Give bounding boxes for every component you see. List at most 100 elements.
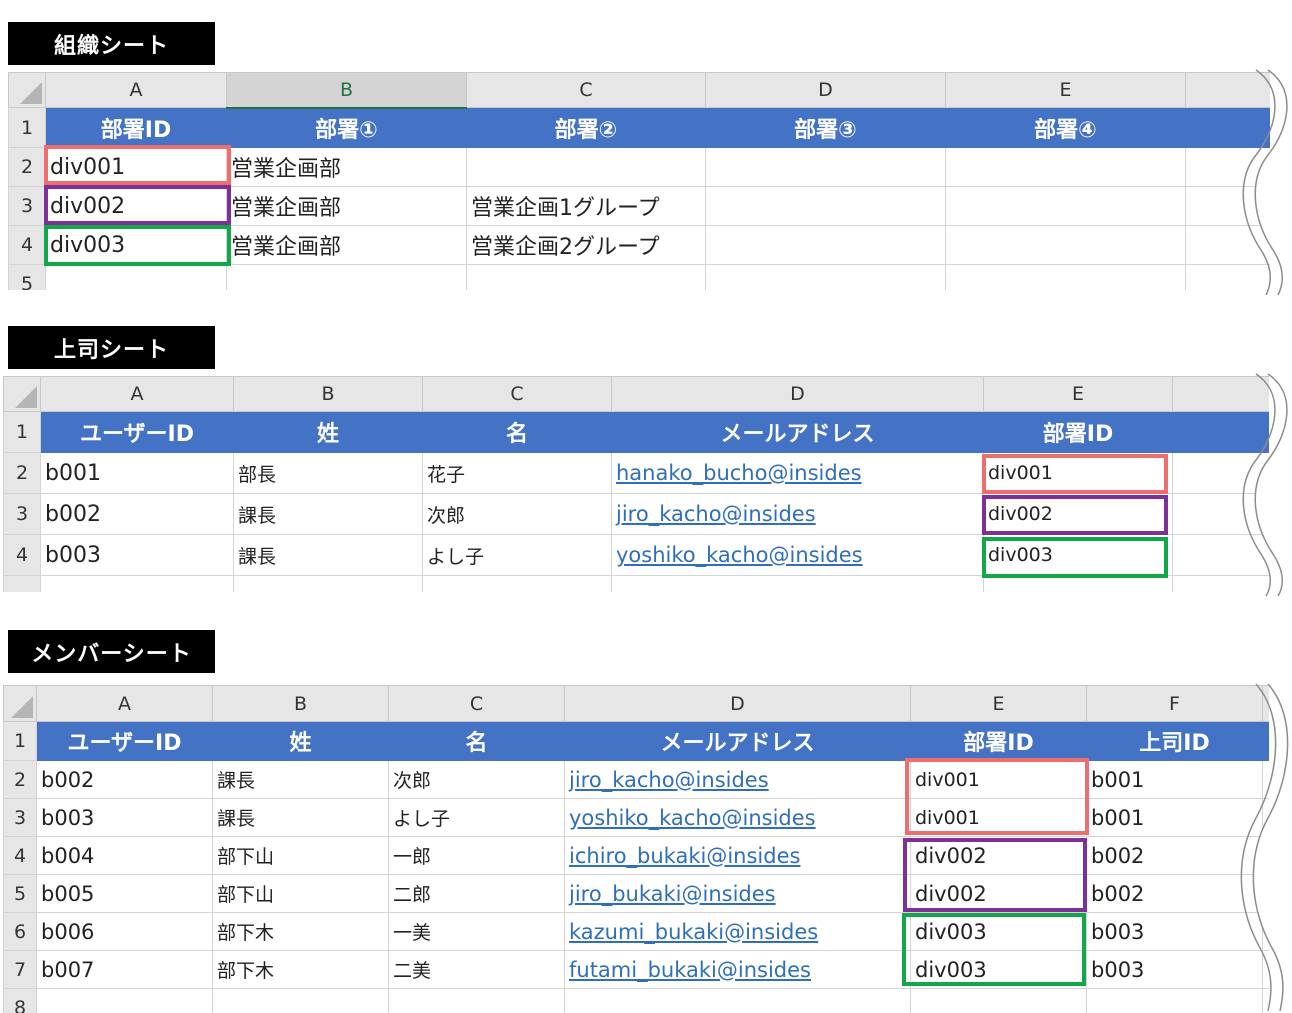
cell[interactable]: よし子 [388, 798, 565, 837]
cell[interactable]: div001 [910, 798, 1087, 837]
cell[interactable]: よし子 [422, 534, 612, 576]
header-cell-email[interactable]: メールアドレス [611, 411, 984, 453]
cell[interactable]: 営業企画部 [226, 225, 467, 265]
cell[interactable]: b002 [40, 493, 234, 535]
cell[interactable]: 二郎 [388, 874, 565, 913]
select-all-corner[interactable] [8, 72, 46, 108]
header-cell-dept-id[interactable]: 部署ID [910, 721, 1087, 761]
cell[interactable]: 課長 [212, 798, 389, 837]
row-header-1[interactable]: 1 [3, 721, 37, 761]
cell[interactable]: div001 [45, 147, 227, 187]
cell[interactable] [40, 575, 234, 592]
cell[interactable]: 部下木 [212, 912, 389, 951]
cell[interactable]: b003 [1086, 912, 1263, 951]
row-header-5[interactable]: 5 [3, 874, 37, 913]
row-header-3[interactable]: 3 [3, 493, 41, 535]
column-header-e[interactable]: E [945, 72, 1186, 108]
cell[interactable]: b001 [1086, 760, 1263, 799]
cell[interactable]: 一美 [388, 912, 565, 951]
cell[interactable]: div003 [983, 534, 1173, 576]
row-header-2[interactable]: 2 [3, 452, 41, 494]
column-header-d[interactable]: D [705, 72, 946, 108]
cell[interactable]: 部長 [233, 452, 423, 494]
row-header-4[interactable]: 4 [3, 836, 37, 875]
select-all-corner[interactable] [3, 685, 37, 722]
email-link[interactable]: kazumi_bukaki@insides [564, 912, 911, 951]
cell[interactable]: div001 [983, 452, 1173, 494]
header-cell-email[interactable]: メールアドレス [564, 721, 911, 761]
email-link[interactable]: jiro_kacho@insides [611, 493, 984, 535]
cell[interactable]: div002 [45, 186, 227, 226]
cell[interactable]: 次郎 [422, 493, 612, 535]
cell[interactable] [422, 575, 612, 592]
row-header-2[interactable]: 2 [8, 147, 46, 187]
cell[interactable]: div002 [983, 493, 1173, 535]
cell[interactable]: 次郎 [388, 760, 565, 799]
cell[interactable]: div003 [910, 912, 1087, 951]
row-header-8[interactable]: 8 [3, 988, 37, 1013]
column-header-c[interactable]: C [388, 685, 565, 722]
row-header-2[interactable]: 2 [3, 760, 37, 799]
row-header-4[interactable]: 4 [8, 225, 46, 265]
email-link[interactable]: jiro_bukaki@insides [564, 874, 911, 913]
email-link[interactable]: futami_bukaki@insides [564, 950, 911, 989]
cell[interactable]: 営業企画部 [226, 186, 467, 226]
cell[interactable] [945, 264, 1186, 290]
header-cell-user-id[interactable]: ユーザーID [40, 411, 234, 453]
cell[interactable] [466, 147, 706, 187]
cell[interactable] [36, 988, 213, 1013]
cell[interactable]: 課長 [212, 760, 389, 799]
row-header-4[interactable]: 4 [3, 534, 41, 576]
column-header-e[interactable]: E [910, 685, 1087, 722]
cell[interactable]: 二美 [388, 950, 565, 989]
cell[interactable] [45, 264, 227, 290]
row-header-6[interactable]: 6 [3, 912, 37, 951]
row-header-3[interactable]: 3 [3, 798, 37, 837]
column-header-c[interactable]: C [466, 72, 706, 108]
row-header-7[interactable]: 7 [3, 950, 37, 989]
cell[interactable] [226, 264, 467, 290]
cell[interactable] [705, 264, 946, 290]
cell[interactable]: div002 [910, 836, 1087, 875]
cell[interactable]: 部下山 [212, 874, 389, 913]
row-header-1[interactable]: 1 [8, 107, 46, 148]
row-header-1[interactable]: 1 [3, 411, 41, 453]
header-cell-dept-id[interactable]: 部署ID [45, 107, 227, 148]
cell[interactable]: 一郎 [388, 836, 565, 875]
cell[interactable]: b002 [1086, 874, 1263, 913]
column-header-c[interactable]: C [422, 376, 612, 412]
header-cell-first-name[interactable]: 名 [388, 721, 565, 761]
cell[interactable]: div002 [910, 874, 1087, 913]
cell[interactable] [564, 988, 911, 1013]
cell[interactable] [1086, 988, 1263, 1013]
cell[interactable] [233, 575, 423, 592]
column-header-e[interactable]: E [983, 376, 1173, 412]
cell[interactable] [945, 225, 1186, 265]
email-link[interactable]: jiro_kacho@insides [564, 760, 911, 799]
row-header-5[interactable] [3, 575, 41, 592]
cell[interactable]: div003 [910, 950, 1087, 989]
cell[interactable]: b001 [1086, 798, 1263, 837]
header-cell-last-name[interactable]: 姓 [212, 721, 389, 761]
cell[interactable]: 花子 [422, 452, 612, 494]
column-header-f[interactable]: F [1086, 685, 1263, 722]
header-cell-first-name[interactable]: 名 [422, 411, 612, 453]
cell[interactable] [945, 147, 1186, 187]
cell[interactable] [705, 225, 946, 265]
header-cell-dept4[interactable]: 部署④ [945, 107, 1186, 148]
cell[interactable] [466, 264, 706, 290]
column-header-a[interactable]: A [36, 685, 213, 722]
cell[interactable]: div001 [910, 760, 1087, 799]
header-cell-last-name[interactable]: 姓 [233, 411, 423, 453]
column-header-b[interactable]: B [212, 685, 389, 722]
cell[interactable]: b002 [1086, 836, 1263, 875]
header-cell-user-id[interactable]: ユーザーID [36, 721, 213, 761]
cell[interactable]: 部下木 [212, 950, 389, 989]
select-all-corner[interactable] [3, 376, 41, 412]
header-cell-dept2[interactable]: 部署② [466, 107, 706, 148]
cell[interactable] [945, 186, 1186, 226]
email-link[interactable]: hanako_bucho@insides [611, 452, 984, 494]
cell[interactable] [705, 186, 946, 226]
column-header-a[interactable]: A [45, 72, 227, 108]
cell[interactable]: b003 [40, 534, 234, 576]
